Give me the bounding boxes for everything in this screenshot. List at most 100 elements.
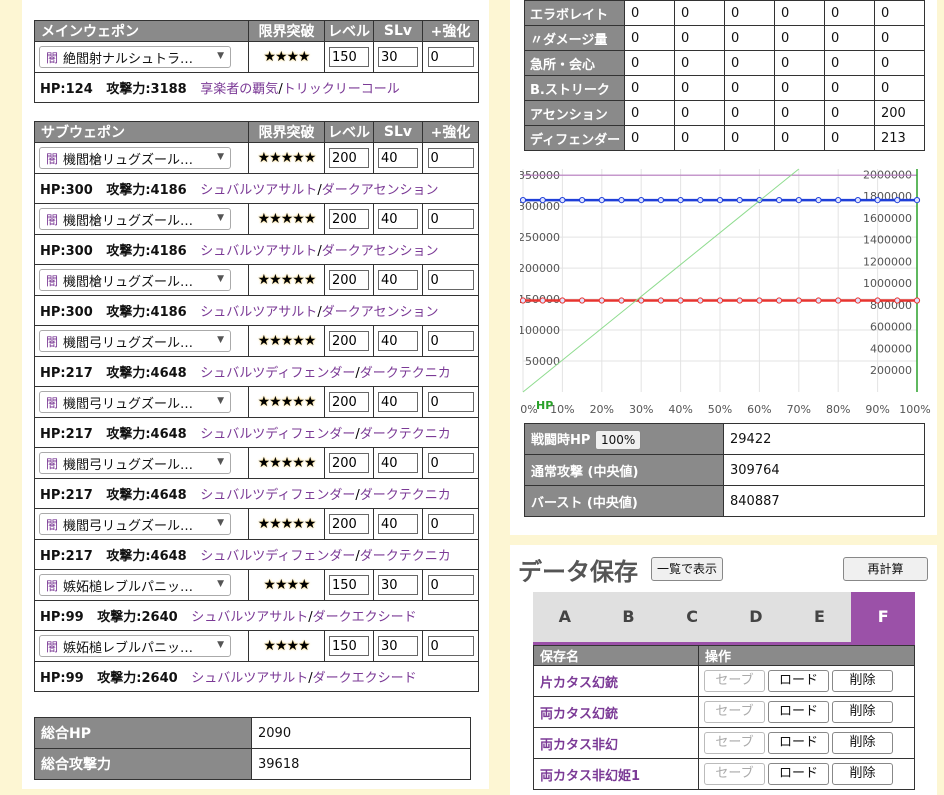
delete-button[interactable]: 削除 [832,763,893,785]
tab-c[interactable]: C [660,592,724,642]
skill-1-link[interactable]: 享楽者の覇気 [200,82,278,97]
modifier-value[interactable]: 200 [874,100,925,126]
level-input[interactable] [329,148,369,168]
modifier-value[interactable]: 0 [774,0,825,26]
slv-input[interactable] [378,392,418,412]
weapon-select[interactable]: 闇機閻槍リュグズールスピア ▼ [39,147,231,169]
weapon-select[interactable]: 闇機閻弓リュグズールボウ ▼ [39,330,231,352]
hp-percent-button[interactable]: 100% [594,429,642,450]
delete-button[interactable]: 削除 [832,701,893,723]
skill-1-link[interactable]: シュバルツアサルト [200,183,317,198]
skill-1-link[interactable]: シュバルツディフェンダー [200,427,355,442]
load-button[interactable]: ロード [768,732,829,754]
skill-2-link[interactable]: ダークテクニカ [360,549,451,564]
modifier-value[interactable]: 0 [674,25,725,51]
skill-2-link[interactable]: ダークテクニカ [360,366,451,381]
level-input[interactable] [329,392,369,412]
list-view-button[interactable]: 一覧で表示 [651,557,724,581]
skill-2-link[interactable]: ダークテクニカ [360,488,451,503]
slv-input[interactable] [378,47,418,67]
modifier-value[interactable]: 213 [874,125,925,151]
load-button[interactable]: ロード [768,701,829,723]
save-button[interactable]: セーブ [704,670,765,692]
weapon-select[interactable]: 闇機閻槍リュグズールスピア ▼ [39,208,231,230]
level-input[interactable] [329,453,369,473]
plus-input[interactable] [427,453,474,473]
skill-1-link[interactable]: シュバルツディフェンダー [200,488,355,503]
modifier-value[interactable]: 0 [724,75,775,101]
skill-2-link[interactable]: ダークテクニカ [360,427,451,442]
modifier-value[interactable]: 0 [824,75,875,101]
modifier-value[interactable]: 0 [774,100,825,126]
plus-input[interactable] [427,575,474,595]
skill-1-link[interactable]: シュバルツディフェンダー [200,366,355,381]
skill-2-link[interactable]: ダークアセンション [322,183,439,198]
tab-d[interactable]: D [724,592,788,642]
modifier-value[interactable]: 0 [774,50,825,76]
slv-input[interactable] [378,209,418,229]
level-input[interactable] [329,575,369,595]
modifier-value[interactable]: 0 [774,125,825,151]
modifier-value[interactable]: 0 [674,75,725,101]
weapon-select[interactable]: 闇絶閻射ナルシュトラール ▼ [39,46,231,68]
modifier-value[interactable]: 0 [774,25,825,51]
save-button[interactable]: セーブ [704,763,765,785]
recalc-button[interactable]: 再計算 [843,557,928,581]
modifier-value[interactable]: 0 [624,75,675,101]
slv-input[interactable] [378,270,418,290]
plus-input[interactable] [427,331,474,351]
modifier-value[interactable]: 0 [824,0,875,26]
weapon-select[interactable]: 闇機閻弓リュグズールボウ ▼ [39,513,231,535]
weapon-select[interactable]: 闇機閻弓リュグズールボウ ▼ [39,452,231,474]
save-name[interactable]: 両カタス非幻姫1 [533,758,699,790]
modifier-value[interactable]: 0 [724,25,775,51]
tab-a[interactable]: A [533,592,597,642]
level-input[interactable] [329,636,369,656]
modifier-value[interactable]: 0 [674,50,725,76]
slv-input[interactable] [378,636,418,656]
modifier-value[interactable]: 0 [624,50,675,76]
save-button[interactable]: セーブ [704,701,765,723]
modifier-value[interactable]: 0 [724,125,775,151]
level-input[interactable] [329,514,369,534]
modifier-value[interactable]: 0 [874,25,925,51]
modifier-value[interactable]: 0 [724,0,775,26]
modifier-value[interactable]: 0 [624,125,675,151]
slv-input[interactable] [378,453,418,473]
slv-input[interactable] [378,514,418,534]
plus-input[interactable] [427,148,474,168]
modifier-value[interactable]: 0 [774,75,825,101]
save-name[interactable]: 両カタス幻銃 [533,696,699,728]
modifier-value[interactable]: 0 [824,25,875,51]
skill-2-link[interactable]: ダークエクシード [313,610,417,625]
level-input[interactable] [329,331,369,351]
weapon-select[interactable]: 闇嫉妬槌レブルパニッシャー ▼ [39,635,231,657]
plus-input[interactable] [427,47,474,67]
skill-2-link[interactable]: トリックリーコール [283,82,400,97]
modifier-value[interactable]: 0 [874,0,925,26]
delete-button[interactable]: 削除 [832,732,893,754]
modifier-value[interactable]: 0 [624,100,675,126]
modifier-value[interactable]: 0 [824,50,875,76]
save-name[interactable]: 片カタス幻銃 [533,665,699,697]
skill-1-link[interactable]: シュバルツアサルト [200,305,317,320]
modifier-value[interactable]: 0 [874,50,925,76]
modifier-value[interactable]: 0 [724,50,775,76]
tab-e[interactable]: E [788,592,852,642]
load-button[interactable]: ロード [768,670,829,692]
tab-f[interactable]: F [851,592,916,642]
modifier-value[interactable]: 0 [624,25,675,51]
level-input[interactable] [329,47,369,67]
slv-input[interactable] [378,575,418,595]
weapon-select[interactable]: 闇嫉妬槌レブルパニッシャー ▼ [39,574,231,596]
skill-1-link[interactable]: シュバルツアサルト [191,610,308,625]
plus-input[interactable] [427,636,474,656]
tab-b[interactable]: B [597,592,661,642]
modifier-value[interactable]: 0 [824,125,875,151]
weapon-select[interactable]: 闇機閻弓リュグズールボウ ▼ [39,391,231,413]
plus-input[interactable] [427,392,474,412]
modifier-value[interactable]: 0 [674,100,725,126]
skill-2-link[interactable]: ダークアセンション [322,244,439,259]
modifier-value[interactable]: 0 [874,75,925,101]
modifier-value[interactable]: 0 [824,100,875,126]
